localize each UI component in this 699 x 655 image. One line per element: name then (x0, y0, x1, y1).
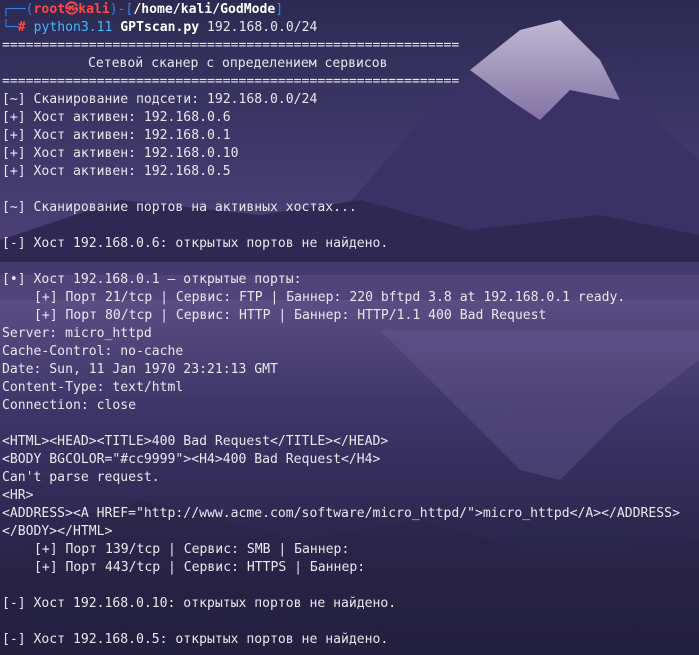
http-header-line: Date: Sun, 11 Jan 1970 23:21:13 GMT (2, 362, 278, 377)
host-no-ports-line: [-] Хост 192.168.0.5: открытых портов не… (2, 632, 389, 647)
host-active-line: [+] Хост активен: 192.168.0.1 (2, 128, 231, 143)
host-no-ports-line: [-] Хост 192.168.0.10: открытых портов н… (2, 596, 397, 611)
html-body-line: </BODY></HTML> (2, 524, 113, 539)
prompt-line-1: ┌──(root㉿kali)-[/home/kali/GodMode] (2, 2, 284, 17)
prompt-cwd: /home/kali/GodMode (133, 2, 276, 17)
host-active-line: [+] Хост активен: 192.168.0.6 (2, 110, 231, 125)
http-header-line: Cache-Control: no-cache (2, 344, 184, 359)
host-no-ports-line: [-] Хост 192.168.0.6: открытых портов не… (2, 236, 389, 251)
command-script: GPTscan.py (120, 20, 200, 35)
prompt-user: root (33, 2, 66, 17)
port-line: [+] Порт 139/tcp | Сервис: SMB | Баннер: (34, 542, 350, 557)
html-body-line: <HR> (2, 488, 34, 503)
prompt-symbol: # (17, 20, 26, 35)
host-active-line: [+] Хост активен: 192.168.0.10 (2, 146, 239, 161)
command-argument: 192.168.0.0/24 (207, 20, 318, 35)
banner-title: Сетевой сканер с определением сервисов (88, 56, 388, 71)
port-line: [+] Порт 80/tcp | Сервис: HTTP | Баннер:… (34, 308, 547, 323)
banner-separator-bottom: ========================================… (2, 74, 460, 89)
prompt-host: kali (78, 2, 110, 17)
html-body-line: Can't parse request. (2, 470, 160, 485)
command-interpreter: python3.11 (33, 20, 113, 35)
html-body-line: <ADDRESS><A HREF="http://www.acme.com/so… (2, 506, 680, 521)
http-header-line: Server: micro_httpd (2, 326, 152, 341)
banner-separator-top: ========================================… (2, 38, 460, 53)
http-header-line: Content-Type: text/html (2, 380, 184, 395)
html-body-line: <HTML><HEAD><TITLE>400 Bad Request</TITL… (2, 434, 389, 449)
html-body-line: <BODY BGCOLOR="#cc9999"><H4>400 Bad Requ… (2, 452, 381, 467)
terminal-output: ┌──(root㉿kali)-[/home/kali/GodMode] └─# … (0, 0, 699, 655)
port-line: [+] Порт 443/tcp | Сервис: HTTPS | Банне… (34, 560, 366, 575)
prompt-line-2[interactable]: └─# python3.11 GPTscan.py 192.168.0.0/24 (2, 19, 699, 37)
host-open-ports-header: [•] Хост 192.168.0.1 — открытые порты: (2, 272, 302, 287)
http-header-line: Connection: close (2, 398, 137, 413)
scan-subnet-line: [~] Сканирование подсети: 192.168.0.0/24 (2, 92, 318, 107)
port-line: [+] Порт 21/tcp | Сервис: FTP | Баннер: … (34, 290, 626, 305)
host-active-line: [+] Хост активен: 192.168.0.5 (2, 164, 231, 179)
prompt-at-symbol: ㉿ (65, 2, 79, 17)
scan-ports-line: [~] Сканирование портов на активных хост… (2, 200, 357, 215)
